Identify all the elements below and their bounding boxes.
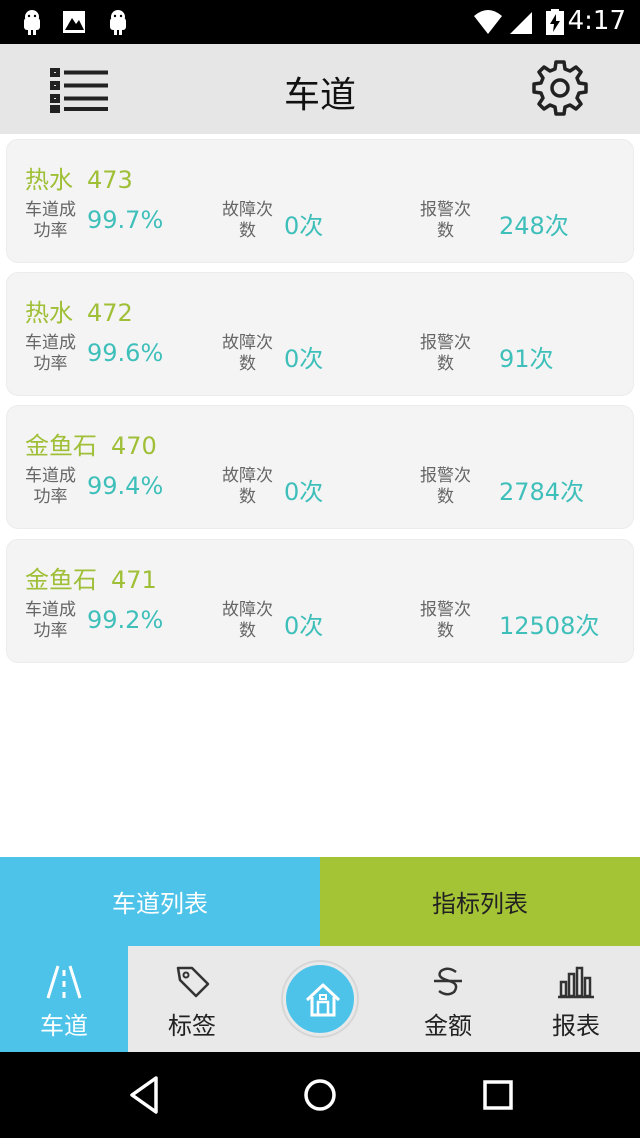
label-line: 功率: [33, 221, 68, 241]
list-tabs: 车道列表 指标列表: [0, 857, 640, 946]
nav-item-amount[interactable]: 金额: [384, 946, 512, 1052]
tab-index-list-label: 指标列表: [432, 890, 528, 918]
success-rate-value: 99.7%: [87, 206, 164, 234]
tab-lane-list-label: 车道列表: [112, 890, 208, 918]
label-line: 车道成: [25, 200, 76, 220]
nav-label: 标签: [168, 1012, 216, 1040]
success-rate-label: 车道成 功率: [25, 466, 76, 508]
lane-card[interactable]: 金鱼石 471 车道成 功率 99.2% 故障次数 0次 报警次数 12508次: [6, 539, 634, 663]
lane-card[interactable]: 热水 472 车道成 功率 99.6% 故障次数 0次 报警次数 91次: [6, 272, 634, 396]
lane-name: 金鱼石 470: [25, 426, 157, 461]
fault-count-label: 故障次数: [222, 600, 273, 642]
fault-count-value: 0次: [284, 612, 324, 640]
label-line: 数: [437, 354, 454, 374]
home-circle-icon[interactable]: [300, 1072, 340, 1118]
status-bar: 4:17: [0, 0, 640, 44]
back-icon[interactable]: [126, 1072, 162, 1118]
label-line: 报警次: [420, 466, 471, 486]
label-line: 报警次: [420, 333, 471, 353]
label-line: 故障次: [222, 466, 273, 486]
nav-label: 车道: [40, 1012, 88, 1040]
label-line: 数: [239, 221, 256, 241]
android-icon: [110, 10, 126, 35]
image-notification-icon: [63, 11, 85, 33]
system-nav-bar: [0, 1052, 640, 1138]
lane-name-text: 金鱼石: [25, 432, 97, 460]
fault-count-label: 故障次数: [222, 200, 273, 242]
alarm-count-label: 报警次数: [420, 200, 471, 242]
nav-label: 金额: [424, 1012, 472, 1040]
alarm-count-value: 91次: [499, 345, 554, 373]
lane-name: 金鱼石 471: [25, 560, 157, 595]
lane-number: 472: [87, 299, 133, 327]
label-line: 数: [239, 487, 256, 507]
bar-chart-icon: [558, 966, 594, 999]
alarm-count-value: 2784次: [499, 478, 585, 506]
battery-charging-icon: [546, 9, 564, 35]
label-line: 车道成: [25, 333, 76, 353]
label-line: 数: [437, 221, 454, 241]
lane-name: 热水 473: [25, 160, 133, 195]
lane-card[interactable]: 热水 473 车道成 功率 99.7% 故障次数 0次 报警次数 248次: [6, 139, 634, 263]
label-line: 数: [437, 621, 454, 641]
label-line: 报警次: [420, 600, 471, 620]
lane-number: 473: [87, 166, 133, 194]
label-line: 车道成: [25, 600, 76, 620]
home-icon: [305, 983, 341, 1017]
label-line: 功率: [33, 487, 68, 507]
alarm-count-value: 248次: [499, 212, 569, 240]
android-icon: [24, 10, 40, 35]
label-line: 故障次: [222, 200, 273, 220]
lane-number: 470: [111, 432, 157, 460]
lane-name-text: 金鱼石: [25, 566, 97, 594]
lane-name-text: 热水: [25, 166, 73, 194]
nav-item-report[interactable]: 报表: [512, 946, 640, 1052]
label-line: 故障次: [222, 333, 273, 353]
fault-count-label: 故障次数: [222, 466, 273, 508]
nav-label: 报表: [552, 1012, 600, 1040]
alarm-count-label: 报警次数: [420, 333, 471, 375]
fault-count-value: 0次: [284, 478, 324, 506]
fault-count-value: 0次: [284, 212, 324, 240]
label-line: 数: [239, 354, 256, 374]
lane-name: 热水 472: [25, 293, 133, 328]
currency-icon: [434, 967, 462, 996]
alarm-count-label: 报警次数: [420, 466, 471, 508]
success-rate-label: 车道成 功率: [25, 600, 76, 642]
recents-icon[interactable]: [480, 1072, 516, 1118]
app-header: 车道: [0, 44, 640, 134]
label-line: 功率: [33, 354, 68, 374]
success-rate-value: 99.4%: [87, 472, 164, 500]
success-rate-label: 车道成 功率: [25, 200, 76, 242]
tab-lane-list[interactable]: 车道列表: [0, 857, 320, 946]
label-line: 功率: [33, 621, 68, 641]
fault-count-label: 故障次数: [222, 333, 273, 375]
home-button[interactable]: [283, 962, 357, 1036]
lane-card[interactable]: 金鱼石 470 车道成 功率 99.4% 故障次数 0次 报警次数 2784次: [6, 405, 634, 529]
success-rate-value: 99.6%: [87, 339, 164, 367]
nav-item-tag[interactable]: 标签: [128, 946, 256, 1052]
wifi-icon: [474, 10, 502, 34]
gear-icon[interactable]: [530, 58, 590, 118]
success-rate-label: 车道成 功率: [25, 333, 76, 375]
alarm-count-label: 报警次数: [420, 600, 471, 642]
tag-icon: [176, 966, 210, 998]
tab-index-list[interactable]: 指标列表: [320, 857, 640, 946]
lane-number: 471: [111, 566, 157, 594]
nav-item-lane[interactable]: 车道: [0, 946, 128, 1052]
fault-count-value: 0次: [284, 345, 324, 373]
label-line: 数: [239, 621, 256, 641]
label-line: 数: [437, 487, 454, 507]
label-line: 报警次: [420, 200, 471, 220]
road-icon: [46, 965, 82, 999]
alarm-count-value: 12508次: [499, 612, 600, 640]
label-line: 故障次: [222, 600, 273, 620]
lane-name-text: 热水: [25, 299, 73, 327]
label-line: 车道成: [25, 466, 76, 486]
success-rate-value: 99.2%: [87, 606, 164, 634]
signal-icon: [510, 12, 532, 34]
status-time: 4:17: [567, 6, 626, 36]
